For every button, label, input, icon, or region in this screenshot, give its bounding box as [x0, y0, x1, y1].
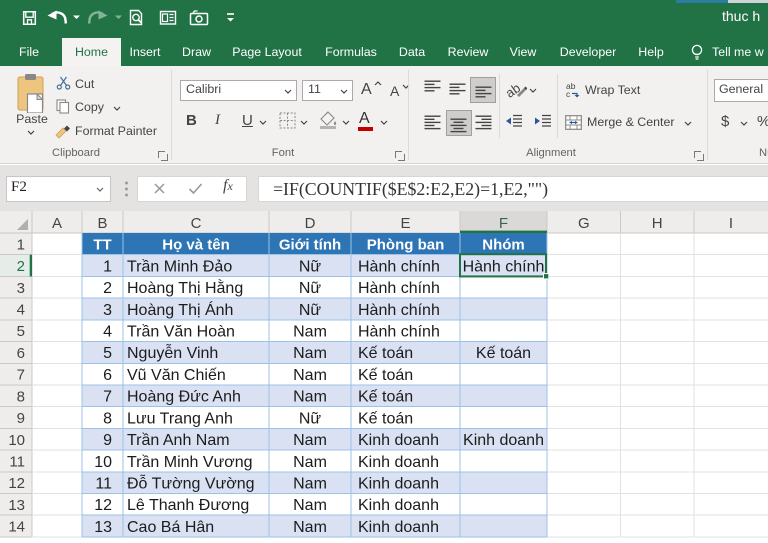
svg-text:5: 5	[103, 345, 112, 362]
svg-text:Hoàng Thị Hằng: Hoàng Thị Hằng	[127, 278, 243, 297]
svg-text:Nguyễn Vinh: Nguyễn Vinh	[127, 343, 218, 362]
svg-text:B: B	[97, 215, 107, 232]
svg-text:E: E	[400, 215, 410, 232]
svg-text:12: 12	[8, 475, 25, 492]
svg-text:Trần Anh Nam: Trần Anh Nam	[127, 432, 230, 449]
svg-text:Nam: Nam	[293, 432, 327, 449]
svg-text:Cao Bá Hân: Cao Bá Hân	[127, 519, 214, 536]
svg-text:G: G	[578, 215, 590, 232]
svg-text:Kế toán: Kế toán	[358, 345, 413, 362]
svg-text:Nam: Nam	[293, 367, 327, 384]
svg-text:1: 1	[17, 236, 25, 253]
svg-text:2: 2	[17, 258, 25, 275]
svg-text:Họ và tên: Họ và tên	[162, 236, 230, 253]
svg-text:A: A	[52, 215, 62, 232]
svg-text:Nam: Nam	[293, 345, 327, 362]
svg-text:Lê Thanh Đương: Lê Thanh Đương	[127, 497, 249, 514]
svg-text:TT: TT	[93, 236, 111, 253]
svg-text:Kế toán: Kế toán	[476, 345, 531, 362]
svg-text:Hành chính: Hành chính	[358, 302, 440, 319]
svg-text:Trần Văn Hoàn: Trần Văn Hoàn	[127, 324, 235, 341]
svg-text:Nhóm: Nhóm	[482, 236, 525, 253]
svg-text:3: 3	[17, 280, 25, 297]
svg-text:Kinh doanh: Kinh doanh	[463, 432, 544, 449]
svg-text:4: 4	[103, 324, 112, 341]
svg-text:Hoàng Đức Anh: Hoàng Đức Anh	[127, 389, 241, 406]
svg-text:11: 11	[95, 475, 112, 492]
svg-text:Nam: Nam	[293, 389, 327, 406]
svg-text:14: 14	[8, 519, 25, 536]
svg-text:Hành chính: Hành chính	[358, 324, 440, 341]
svg-text:Nam: Nam	[293, 519, 327, 536]
svg-text:Giới tính: Giới tính	[279, 236, 341, 253]
svg-text:9: 9	[17, 410, 25, 427]
svg-text:9: 9	[103, 432, 112, 449]
svg-text:F: F	[499, 215, 508, 232]
svg-text:Hành chính: Hành chính	[358, 280, 440, 297]
svg-text:Kinh doanh: Kinh doanh	[358, 454, 439, 471]
svg-text:Đỗ Tường Vường: Đỗ Tường Vường	[127, 473, 255, 492]
svg-text:ab: ab	[505, 80, 523, 101]
svg-text:6: 6	[17, 345, 25, 362]
svg-text:Kế toán: Kế toán	[358, 389, 413, 406]
svg-text:Kinh doanh: Kinh doanh	[358, 519, 439, 536]
svg-text:10: 10	[8, 432, 25, 449]
svg-text:Phòng ban: Phòng ban	[367, 236, 445, 253]
svg-text:7: 7	[17, 367, 25, 384]
svg-text:D: D	[305, 215, 316, 232]
svg-text:I: I	[729, 215, 733, 232]
svg-text:Kinh doanh: Kinh doanh	[358, 475, 439, 492]
svg-text:4: 4	[17, 301, 25, 318]
svg-text:Nữ: Nữ	[299, 258, 322, 275]
svg-text:13: 13	[94, 519, 112, 536]
svg-text:Trần Minh Vương: Trần Minh Vương	[127, 454, 253, 471]
svg-text:12: 12	[94, 497, 112, 514]
svg-text:5: 5	[17, 323, 25, 340]
svg-text:Nữ: Nữ	[299, 302, 322, 319]
svg-text:6: 6	[103, 367, 112, 384]
svg-text:Kinh doanh: Kinh doanh	[358, 432, 439, 449]
svg-text:Vũ Văn Chiến: Vũ Văn Chiến	[127, 367, 226, 384]
svg-text:8: 8	[103, 410, 112, 427]
svg-text:Kế toán: Kế toán	[358, 410, 413, 427]
svg-text:Lưu Trang Anh: Lưu Trang Anh	[127, 410, 233, 427]
svg-text:Kinh doanh: Kinh doanh	[358, 497, 439, 514]
svg-text:1: 1	[103, 258, 112, 275]
svg-text:11: 11	[9, 453, 25, 470]
svg-text:Nam: Nam	[293, 324, 327, 341]
svg-text:Kế toán: Kế toán	[358, 367, 413, 384]
svg-text:H: H	[652, 215, 663, 232]
svg-text:Hành chính: Hành chính	[358, 258, 440, 275]
svg-text:8: 8	[17, 388, 25, 405]
svg-text:Nữ: Nữ	[299, 410, 322, 427]
svg-text:13: 13	[8, 497, 25, 514]
svg-text:Trần Minh Đảo: Trần Minh Đảo	[127, 258, 232, 275]
svg-text:Nữ: Nữ	[299, 280, 322, 297]
svg-text:Nam: Nam	[293, 454, 327, 471]
svg-text:Nam: Nam	[293, 497, 327, 514]
svg-text:2: 2	[103, 280, 112, 297]
svg-text:C: C	[191, 215, 202, 232]
svg-text:7: 7	[103, 389, 112, 406]
svg-text:10: 10	[94, 454, 112, 471]
svg-text:3: 3	[103, 302, 112, 319]
svg-text:Nam: Nam	[293, 475, 327, 492]
svg-text:Hoàng Thị Ánh: Hoàng Thị Ánh	[127, 300, 233, 319]
svg-text:Hành chính: Hành chính	[463, 258, 545, 275]
